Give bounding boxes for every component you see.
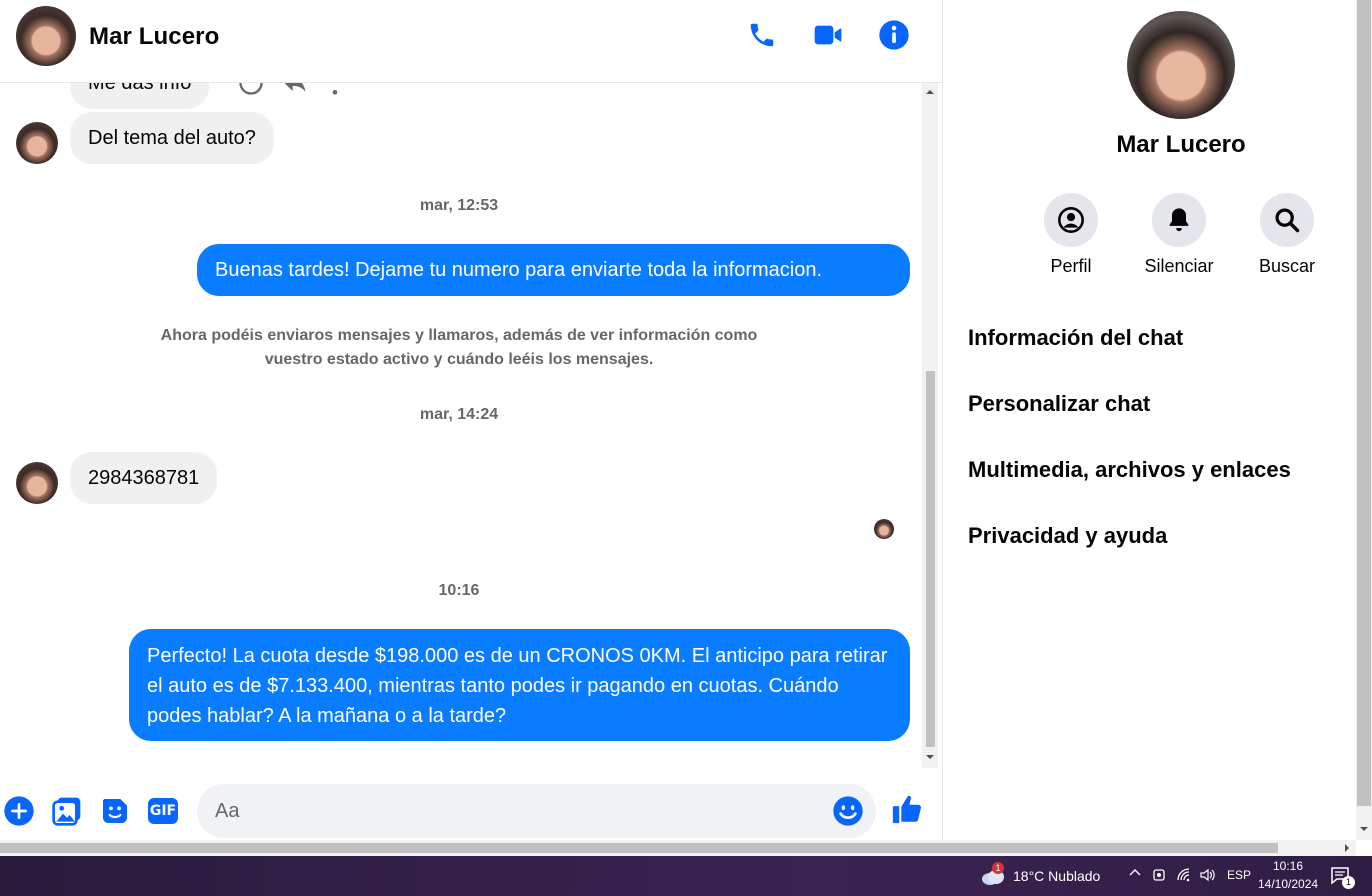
meet-icon[interactable] [1152, 867, 1166, 886]
section-chat-info[interactable]: Información del chat [968, 325, 1183, 351]
notification-center-button[interactable]: 1 [1330, 866, 1355, 889]
sender-avatar[interactable] [16, 122, 58, 164]
reply-icon[interactable] [281, 83, 309, 102]
message-bubble-incoming[interactable]: Me das info [70, 83, 210, 109]
contact-name[interactable]: Mar Lucero [89, 23, 219, 51]
section-privacy-support[interactable]: Privacidad y ayuda [968, 523, 1167, 549]
chat-header: Mar Lucero [0, 0, 942, 83]
image-gallery-icon [52, 797, 81, 826]
page-scroll-down-arrow[interactable] [1359, 824, 1369, 834]
clock-time[interactable]: 10:16 [1258, 859, 1318, 873]
profile-photo[interactable] [1127, 11, 1235, 119]
message-scrollbar[interactable] [922, 83, 938, 768]
video-call-button[interactable] [810, 17, 846, 53]
section-media-files-links[interactable]: Multimedia, archivos y enlaces [968, 457, 1291, 483]
volume-icon[interactable] [1199, 867, 1217, 886]
clock-date[interactable]: 14/10/2024 [1258, 877, 1318, 891]
chat-notice: Ahora podéis enviaros mensajes y llamaro… [160, 327, 758, 368]
bell-icon [1169, 208, 1189, 232]
conversation-info-button[interactable] [876, 17, 912, 53]
search-button[interactable]: Buscar [1247, 193, 1327, 277]
read-receipt-avatar [874, 519, 894, 539]
scroll-right-arrow[interactable] [1342, 843, 1352, 853]
message-composer: GIF [0, 780, 942, 840]
search-label: Buscar [1258, 256, 1316, 276]
notification-count: 1 [1342, 876, 1355, 889]
message-list[interactable]: Me das info Del tema del auto? mar, 12:5… [0, 83, 922, 768]
message-bubble-outgoing[interactable]: Buenas tardes! Dejame tu numero para env… [197, 244, 910, 296]
gif-icon: GIF [148, 798, 178, 824]
message-bubble-incoming[interactable]: 2984368781 [70, 452, 218, 504]
conversation-info-panel: Mar Lucero Perfil Silenciar Buscar Infor… [942, 0, 1356, 840]
mute-button[interactable]: Silenciar [1139, 193, 1219, 277]
profile-name: Mar Lucero [1116, 131, 1246, 158]
like-button[interactable] [890, 792, 924, 826]
profile-button[interactable]: Perfil [1031, 193, 1111, 277]
emoji-icon [833, 796, 863, 826]
emoji-button[interactable] [831, 794, 865, 828]
horizontal-scroll-thumb[interactable] [0, 843, 1278, 853]
more-actions-button[interactable] [2, 794, 36, 828]
mute-label: Silenciar [1144, 256, 1214, 276]
message-bubble-outgoing[interactable]: Perfecto! La cuota desde $198.000 es de … [129, 629, 910, 741]
voice-call-button[interactable] [744, 17, 780, 53]
page-vertical-scrollbar[interactable] [1356, 0, 1372, 840]
timestamp: mar, 14:24 [419, 406, 499, 423]
thumbs-up-icon [892, 795, 921, 824]
video-camera-icon [814, 25, 842, 45]
react-icon[interactable] [237, 83, 265, 102]
wifi-icon[interactable] [1176, 867, 1192, 886]
timestamp: 10:16 [438, 582, 480, 599]
scroll-thumb[interactable] [926, 371, 935, 747]
weather-badge: 1 [992, 862, 1004, 874]
more-options-icon[interactable] [325, 83, 345, 102]
show-hidden-icons-chevron[interactable] [1128, 866, 1142, 883]
weather-widget[interactable]: 1 [980, 862, 1006, 887]
page-scroll-thumb[interactable] [1357, 0, 1371, 806]
sticker-icon [103, 799, 127, 823]
message-bubble-incoming[interactable]: Del tema del auto? [70, 112, 274, 164]
profile-icon [1058, 207, 1084, 233]
gif-button[interactable]: GIF [146, 794, 180, 828]
timestamp: mar, 12:53 [419, 197, 499, 214]
phone-icon [750, 23, 774, 47]
info-icon [879, 20, 909, 50]
section-customize-chat[interactable]: Personalizar chat [968, 391, 1150, 417]
sender-avatar[interactable] [16, 462, 58, 504]
plus-circle-icon [4, 796, 34, 826]
weather-text[interactable]: 18°C Nublado [1013, 868, 1100, 884]
search-icon [1275, 208, 1300, 233]
scroll-up-arrow[interactable] [925, 87, 935, 97]
chat-panel: Mar Lucero Me das info Del tema del auto… [0, 0, 942, 840]
message-input[interactable] [197, 784, 876, 838]
page-horizontal-scrollbar[interactable] [0, 840, 1356, 856]
attach-media-button[interactable] [50, 794, 84, 828]
sticker-button[interactable] [98, 794, 132, 828]
input-language[interactable]: ESP [1227, 868, 1251, 882]
contact-avatar[interactable] [16, 6, 76, 66]
scroll-down-arrow[interactable] [925, 752, 935, 762]
windows-taskbar: 1 18°C Nublado ESP 10:16 14/10/2024 1 [0, 856, 1372, 896]
profile-label: Perfil [1050, 256, 1092, 276]
